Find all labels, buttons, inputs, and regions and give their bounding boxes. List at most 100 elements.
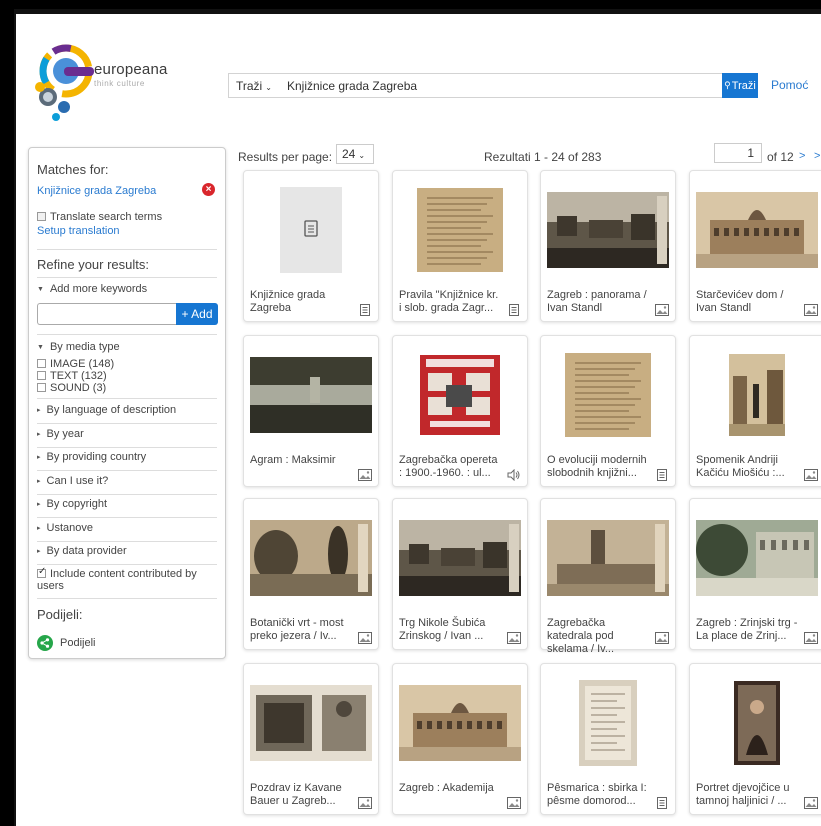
facet-label: By copyright (46, 498, 108, 510)
result-card[interactable]: Zagrebačka katedrala pod skelama / Iv... (540, 498, 676, 655)
facet-data-provider[interactable]: ▸ By data provider (37, 545, 127, 557)
facet-ustanove[interactable]: ▸ Ustanove (37, 522, 93, 534)
next-page-link[interactable]: > (799, 150, 805, 162)
keyword-input[interactable] (37, 303, 177, 325)
divider (37, 517, 217, 518)
result-title[interactable]: Zagrebačka katedrala pod skelama / Iv... (547, 617, 651, 656)
results-per-page-select[interactable]: 24 ⌄ (336, 144, 374, 164)
add-keyword-button[interactable]: + Add (176, 303, 218, 325)
result-title[interactable]: Zagreb : Akademija (399, 782, 503, 795)
add-keywords-label: Add more keywords (49, 283, 148, 295)
translate-checkbox[interactable] (37, 212, 46, 221)
text-icon (509, 304, 519, 316)
result-card[interactable]: Botanički vrt - most preko jezera / Iv..… (243, 498, 379, 650)
result-card[interactable]: Pêsmarica : sbirka I: pêsme domorod... (540, 663, 676, 815)
result-card[interactable]: Zagrebačka opereta : 1900.-1960. : ul... (392, 335, 528, 487)
window-edge-mark (0, 26, 8, 46)
image-icon (358, 469, 372, 481)
result-title[interactable]: Botanički vrt - most preko jezera / Iv..… (250, 617, 354, 643)
facet-can-i-use[interactable]: ▸ Can I use it? (37, 475, 108, 487)
result-thumbnail[interactable] (696, 192, 818, 271)
facet-label: By language of description (46, 404, 177, 416)
results-per-page-label: Results per page: (238, 150, 333, 164)
placeholder-thumb (280, 187, 342, 273)
result-card[interactable]: Zagreb : Akademija (392, 663, 528, 815)
media-checkbox[interactable] (37, 359, 46, 368)
share-link[interactable]: Podijeli (60, 637, 95, 649)
result-card[interactable]: Zagreb : Zrinjski trg - La place de Zrin… (689, 498, 821, 650)
result-title[interactable]: Portret djevojčice u tamnoj haljinici / … (696, 782, 800, 808)
result-card[interactable]: Portret djevojčice u tamnoj haljinici / … (689, 663, 821, 815)
result-card[interactable]: Zagreb : panorama / Ivan Standl (540, 170, 676, 322)
search-scope-select[interactable]: Traži ⌄ (236, 79, 272, 93)
result-card[interactable]: Knjižnice grada Zagreba (243, 170, 379, 322)
facet-country[interactable]: ▸ By providing country (37, 451, 146, 463)
result-title[interactable]: Pozdrav iz Kavane Bauer u Zagreb... (250, 782, 354, 808)
search-icon: ⚲ (724, 80, 731, 90)
result-thumbnail[interactable] (696, 520, 818, 599)
result-thumbnail[interactable] (579, 680, 637, 769)
page-number-input[interactable]: 1 (714, 143, 762, 163)
result-title[interactable]: Zagreb : Zrinjski trg - La place de Zrin… (696, 617, 800, 643)
photo-thumb (399, 520, 521, 596)
result-thumbnail[interactable] (547, 520, 669, 599)
window-top-border (14, 9, 821, 14)
media-option-sound[interactable]: SOUND (3) (37, 382, 106, 394)
match-term-link[interactable]: Knjižnice grada Zagreba (37, 185, 156, 197)
result-thumbnail[interactable] (399, 520, 521, 599)
search-input[interactable] (287, 76, 637, 95)
text-icon (360, 304, 370, 316)
translate-option[interactable]: Translate search terms (37, 211, 162, 223)
media-checkbox[interactable] (37, 383, 46, 392)
result-thumbnail[interactable] (729, 354, 785, 439)
help-link[interactable]: Pomoć (771, 78, 808, 92)
include-ugc-checkbox[interactable] (37, 566, 46, 578)
media-type-toggle[interactable]: ▼ By media type (37, 341, 120, 353)
result-title[interactable]: Pravila "Knjižnice kr. i slob. grada Zag… (399, 289, 503, 315)
result-thumbnail[interactable] (399, 685, 521, 764)
image-icon (804, 632, 818, 644)
image-icon (507, 797, 521, 809)
result-title[interactable]: Spomenik Andriji Kačiću Miošiću :... (696, 454, 800, 480)
result-card[interactable]: Pravila "Knjižnice kr. i slob. grada Zag… (392, 170, 528, 322)
result-card[interactable]: Spomenik Andriji Kačiću Miošiću :... (689, 335, 821, 487)
result-title[interactable]: Zagreb : panorama / Ivan Standl (547, 289, 651, 315)
media-option-image[interactable]: IMAGE (148) (37, 358, 114, 370)
last-page-link[interactable]: > (814, 150, 820, 162)
result-title[interactable]: Knjižnice grada Zagreba (250, 289, 354, 315)
remove-term-icon[interactable]: × (202, 183, 215, 196)
result-card[interactable]: Trg Nikole Šubića Zrinskog / Ivan ... (392, 498, 528, 650)
facet-year[interactable]: ▸ By year (37, 428, 84, 440)
result-title[interactable]: Trg Nikole Šubića Zrinskog / Ivan ... (399, 617, 503, 643)
result-thumbnail[interactable] (420, 355, 500, 438)
result-title[interactable]: Agram : Maksimir (250, 454, 354, 467)
result-thumbnail[interactable] (250, 685, 372, 764)
result-thumbnail[interactable] (250, 520, 372, 599)
result-card[interactable]: Agram : Maksimir (243, 335, 379, 487)
result-card[interactable]: O evoluciji modernih slobodnih knjižni..… (540, 335, 676, 487)
media-checkbox[interactable] (37, 371, 46, 380)
result-title[interactable]: Starčevićev dom / Ivan Standl (696, 289, 800, 315)
result-thumbnail[interactable] (417, 188, 503, 275)
result-card[interactable]: Pozdrav iz Kavane Bauer u Zagreb... (243, 663, 379, 815)
result-thumbnail[interactable] (547, 192, 669, 271)
caret-down-icon: ▼ (37, 286, 44, 293)
share-icon[interactable] (37, 635, 53, 651)
media-option-text[interactable]: TEXT (132) (37, 370, 107, 382)
result-title[interactable]: O evoluciji modernih slobodnih knjižni..… (547, 454, 651, 480)
result-thumbnail[interactable] (734, 681, 780, 768)
result-thumbnail[interactable] (565, 353, 651, 440)
search-button[interactable]: ⚲ Traži (722, 73, 758, 98)
add-keywords-toggle[interactable]: ▼ Add more keywords (37, 283, 147, 295)
browser-page: europeana think culture Traži⌄ ⚲Traži Po… (14, 9, 821, 826)
result-thumbnail[interactable] (250, 357, 372, 436)
facet-language[interactable]: ▸ By language of description (37, 404, 176, 416)
include-ugc-option[interactable]: Include content contributed by users (37, 566, 215, 592)
setup-translation-link[interactable]: Setup translation (37, 225, 120, 237)
facet-copyright[interactable]: ▸ By copyright (37, 498, 107, 510)
result-thumbnail[interactable] (280, 187, 342, 276)
result-card[interactable]: Starčevićev dom / Ivan Standl (689, 170, 821, 322)
result-title[interactable]: Zagrebačka opereta : 1900.-1960. : ul... (399, 454, 503, 480)
result-title[interactable]: Pêsmarica : sbirka I: pêsme domorod... (547, 782, 651, 808)
image-icon (358, 632, 372, 644)
